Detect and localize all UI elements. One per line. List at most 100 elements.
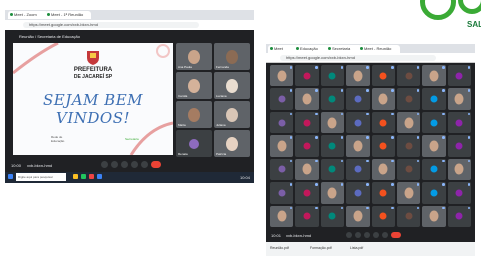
participant-tile[interactable]: [270, 135, 294, 157]
download-item[interactable]: Reunião.pdf: [270, 246, 289, 250]
captions-button[interactable]: [364, 232, 370, 238]
end-call-button[interactable]: [391, 232, 401, 238]
taskbar-app-icon[interactable]: [89, 174, 94, 179]
participant-tile[interactable]: [320, 182, 345, 204]
participant-tile[interactable]: Luciana: [214, 72, 250, 99]
participant-tile[interactable]: [422, 205, 446, 227]
muted-mic-icon: [289, 206, 293, 210]
participant-tile[interactable]: [371, 65, 395, 87]
participant-tile[interactable]: [320, 158, 345, 181]
participant-tile[interactable]: [447, 135, 471, 157]
url-field[interactable]: https://meet.google.com/xxb-bkxn-hmd: [23, 22, 199, 28]
participant-tile[interactable]: [320, 205, 345, 227]
participant-tile[interactable]: [396, 205, 421, 227]
participant-tile[interactable]: [295, 111, 319, 134]
end-call-button[interactable]: [151, 161, 161, 168]
participant-tile[interactable]: [295, 205, 319, 227]
participant-tile[interactable]: [270, 88, 294, 110]
avatar: [328, 142, 336, 150]
participant-tile[interactable]: [346, 182, 370, 204]
participant-tile[interactable]: [371, 205, 395, 227]
browser-tab[interactable]: Educação: [294, 45, 330, 53]
participant-tile[interactable]: Patrícia: [214, 130, 250, 157]
taskbar-search-input[interactable]: Digite aqui para pesquisar: [16, 173, 66, 181]
participant-tile[interactable]: [270, 111, 294, 134]
participant-tile[interactable]: [396, 158, 421, 181]
participant-tile[interactable]: [270, 158, 294, 181]
camera-button[interactable]: [111, 161, 118, 168]
address-bar[interactable]: https://meet.google.com/xxb-bkxn-hmd: [266, 53, 475, 63]
more-options-button[interactable]: [141, 161, 148, 168]
muted-mic-icon: [366, 112, 369, 116]
browser-tab[interactable]: Secretaria: [326, 45, 362, 53]
participant-tile[interactable]: [447, 88, 471, 110]
participant-tile[interactable]: [346, 135, 370, 157]
participant-tile[interactable]: [295, 135, 319, 157]
browser-tab[interactable]: Meet - 1ª Reunião: [45, 11, 91, 19]
participant-tile[interactable]: [422, 158, 446, 181]
participant-tile[interactable]: Ana Paula: [176, 43, 212, 70]
participant-tile[interactable]: [422, 88, 446, 110]
participant-tile[interactable]: [422, 65, 446, 87]
participant-tile[interactable]: [396, 65, 421, 87]
participant-tile[interactable]: [346, 158, 370, 181]
participant-tile[interactable]: [295, 88, 319, 110]
participant-tile[interactable]: Renata: [176, 130, 212, 157]
participant-tile[interactable]: [320, 135, 345, 157]
participant-video: [429, 210, 439, 222]
taskbar-app-icon[interactable]: [81, 174, 86, 179]
download-item[interactable]: Formação.pdf: [310, 246, 332, 250]
taskbar-app-icon[interactable]: [73, 174, 78, 179]
browser-tab[interactable]: Meet - Zoom: [8, 11, 48, 19]
present-button[interactable]: [373, 232, 379, 238]
captions-button[interactable]: [121, 161, 128, 168]
participant-tile[interactable]: [371, 88, 395, 110]
participant-tile[interactable]: [396, 111, 421, 134]
participant-tile[interactable]: [447, 205, 471, 227]
participant-tile[interactable]: [346, 65, 370, 87]
participant-tile[interactable]: [346, 205, 370, 227]
participant-tile[interactable]: [346, 88, 370, 110]
download-item[interactable]: Lista.pdf: [350, 246, 363, 250]
participant-tile[interactable]: [295, 182, 319, 204]
participant-tile[interactable]: [270, 182, 294, 204]
participant-tile[interactable]: [447, 158, 471, 181]
participant-tile[interactable]: Marta: [176, 101, 212, 128]
participant-tile[interactable]: [320, 111, 345, 134]
microphone-button[interactable]: [101, 161, 108, 168]
participant-tile[interactable]: [447, 182, 471, 204]
start-icon[interactable]: [8, 174, 13, 179]
participant-tile[interactable]: [371, 111, 395, 134]
participant-tile[interactable]: [320, 65, 345, 87]
more-options-button[interactable]: [382, 232, 388, 238]
microphone-button[interactable]: [346, 232, 352, 238]
participant-tile[interactable]: [447, 65, 471, 87]
participant-tile[interactable]: Fernanda: [214, 43, 250, 70]
slide-footer-left: Rede de Educação: [51, 135, 65, 143]
corner-logo: SAL: [418, 0, 481, 36]
participant-tile[interactable]: [422, 182, 446, 204]
participant-tile[interactable]: [396, 182, 421, 204]
participant-tile[interactable]: [295, 158, 319, 181]
url-field[interactable]: https://meet.google.com/xxb-bkxn-hmd: [280, 54, 436, 61]
taskbar-app-icon[interactable]: [97, 174, 102, 179]
participant-tile[interactable]: [371, 135, 395, 157]
participant-video: [353, 210, 363, 222]
participant-tile[interactable]: [396, 135, 421, 157]
participant-tile[interactable]: Camila: [176, 72, 212, 99]
present-button[interactable]: [131, 161, 138, 168]
participant-tile[interactable]: [346, 111, 370, 134]
camera-button[interactable]: [355, 232, 361, 238]
participant-tile[interactable]: [371, 158, 395, 181]
participant-tile[interactable]: [320, 88, 345, 110]
participant-tile[interactable]: [270, 65, 294, 87]
participant-tile[interactable]: [422, 111, 446, 134]
participant-tile[interactable]: [422, 135, 446, 157]
participant-tile[interactable]: Juliana: [214, 101, 250, 128]
participant-tile[interactable]: [396, 88, 421, 110]
participant-tile[interactable]: [371, 182, 395, 204]
participant-tile[interactable]: [295, 65, 319, 87]
participant-tile[interactable]: [270, 205, 294, 227]
participant-tile[interactable]: [447, 111, 471, 134]
browser-tab[interactable]: Meet - Reunião: [358, 45, 400, 53]
